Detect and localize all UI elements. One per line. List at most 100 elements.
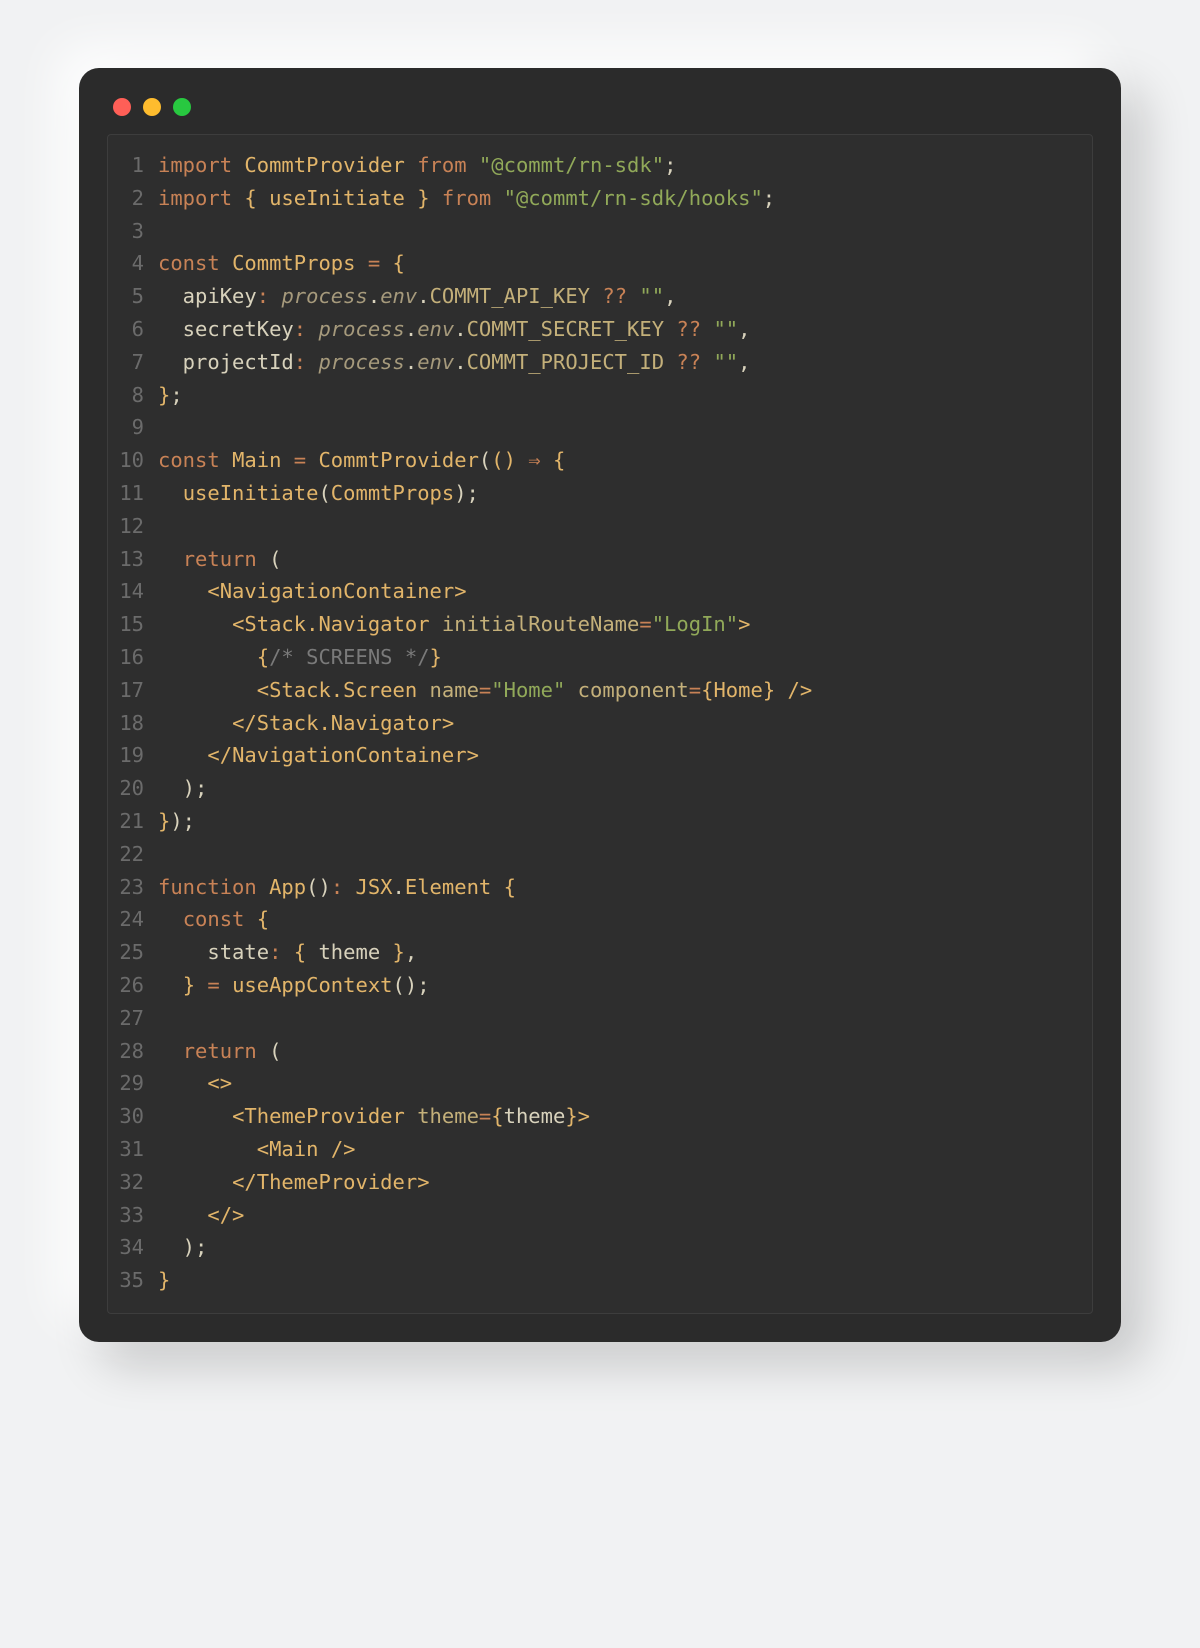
code-line[interactable]: 10const Main = CommtProvider(() ⇒ {	[108, 444, 1092, 477]
code-line[interactable]: 23function App(): JSX.Element {	[108, 871, 1092, 904]
token: return	[183, 547, 257, 571]
line-content[interactable]: <Stack.Screen name="Home" component={Hom…	[158, 674, 1092, 707]
code-line[interactable]: 30 <ThemeProvider theme={theme}>	[108, 1100, 1092, 1133]
token	[158, 973, 183, 997]
token	[467, 153, 479, 177]
code-line[interactable]: 1import CommtProvider from "@commt/rn-sd…	[108, 149, 1092, 182]
line-content[interactable]	[158, 1002, 1092, 1035]
line-content[interactable]: <NavigationContainer>	[158, 575, 1092, 608]
line-content[interactable]: const Main = CommtProvider(() ⇒ {	[158, 444, 1092, 477]
code-line[interactable]: 2import { useInitiate } from "@commt/rn-…	[108, 182, 1092, 215]
line-content[interactable]: };	[158, 379, 1092, 412]
code-line[interactable]: 24 const {	[108, 903, 1092, 936]
code-line[interactable]: 27	[108, 1002, 1092, 1035]
line-number: 21	[108, 805, 158, 838]
line-content[interactable]: state: { theme },	[158, 936, 1092, 969]
code-line[interactable]: 22	[108, 838, 1092, 871]
line-number: 7	[108, 346, 158, 379]
token	[775, 678, 787, 702]
token: import	[158, 153, 232, 177]
token	[306, 317, 318, 341]
line-content[interactable]: projectId: process.env.COMMT_PROJECT_ID …	[158, 346, 1092, 379]
line-content[interactable]: const {	[158, 903, 1092, 936]
code-line[interactable]: 19 </NavigationContainer>	[108, 739, 1092, 772]
token: const	[183, 907, 245, 931]
line-content[interactable]: );	[158, 772, 1092, 805]
code-line[interactable]: 15 <Stack.Navigator initialRouteName="Lo…	[108, 608, 1092, 641]
minimize-icon[interactable]	[143, 98, 161, 116]
line-content[interactable]	[158, 411, 1092, 444]
code-line[interactable]: 21});	[108, 805, 1092, 838]
code-line[interactable]: 28 return (	[108, 1035, 1092, 1068]
line-content[interactable]: return (	[158, 1035, 1092, 1068]
line-number: 28	[108, 1035, 158, 1068]
line-content[interactable]: });	[158, 805, 1092, 838]
code-line[interactable]: 14 <NavigationContainer>	[108, 575, 1092, 608]
token	[158, 711, 232, 735]
code-line[interactable]: 35}	[108, 1264, 1092, 1297]
line-content[interactable]: }	[158, 1264, 1092, 1297]
line-content[interactable]: </NavigationContainer>	[158, 739, 1092, 772]
code-line[interactable]: 32 </ThemeProvider>	[108, 1166, 1092, 1199]
code-line[interactable]: 6 secretKey: process.env.COMMT_SECRET_KE…	[108, 313, 1092, 346]
code-line[interactable]: 17 <Stack.Screen name="Home" component={…	[108, 674, 1092, 707]
token: {	[294, 940, 306, 964]
code-line[interactable]: 31 <Main />	[108, 1133, 1092, 1166]
token: ??	[602, 284, 627, 308]
code-line[interactable]: 33 </>	[108, 1199, 1092, 1232]
line-content[interactable]: return (	[158, 543, 1092, 576]
line-content[interactable]: <Main />	[158, 1133, 1092, 1166]
line-content[interactable]: } = useAppContext();	[158, 969, 1092, 1002]
titlebar	[107, 92, 1093, 134]
line-content[interactable]: import CommtProvider from "@commt/rn-sdk…	[158, 149, 1092, 182]
line-number: 35	[108, 1264, 158, 1297]
line-content[interactable]: <>	[158, 1067, 1092, 1100]
code-line[interactable]: 34 );	[108, 1231, 1092, 1264]
token: );	[454, 481, 479, 505]
line-content[interactable]: function App(): JSX.Element {	[158, 871, 1092, 904]
line-content[interactable]: useInitiate(CommtProps);	[158, 477, 1092, 510]
token	[491, 186, 503, 210]
code-editor[interactable]: 1import CommtProvider from "@commt/rn-sd…	[107, 134, 1093, 1314]
code-line[interactable]: 20 );	[108, 772, 1092, 805]
line-content[interactable]	[158, 215, 1092, 248]
line-content[interactable]: </Stack.Navigator>	[158, 707, 1092, 740]
code-line[interactable]: 29 <>	[108, 1067, 1092, 1100]
token	[516, 448, 528, 472]
token: =	[479, 1104, 491, 1128]
code-line[interactable]: 4const CommtProps = {	[108, 247, 1092, 280]
line-content[interactable]	[158, 510, 1092, 543]
code-line[interactable]: 16 {/* SCREENS */}	[108, 641, 1092, 674]
code-line[interactable]: 26 } = useAppContext();	[108, 969, 1092, 1002]
close-icon[interactable]	[113, 98, 131, 116]
code-line[interactable]: 25 state: { theme },	[108, 936, 1092, 969]
code-line[interactable]: 9	[108, 411, 1092, 444]
token: ,	[405, 940, 417, 964]
line-number: 30	[108, 1100, 158, 1133]
code-line[interactable]: 13 return (	[108, 543, 1092, 576]
line-content[interactable]	[158, 838, 1092, 871]
code-line[interactable]: 11 useInitiate(CommtProps);	[108, 477, 1092, 510]
token: process	[318, 317, 404, 341]
token: ⇒	[528, 448, 540, 472]
line-content[interactable]: apiKey: process.env.COMMT_API_KEY ?? "",	[158, 280, 1092, 313]
line-content[interactable]: {/* SCREENS */}	[158, 641, 1092, 674]
line-content[interactable]: </ThemeProvider>	[158, 1166, 1092, 1199]
code-line[interactable]: 3	[108, 215, 1092, 248]
code-line[interactable]: 12	[108, 510, 1092, 543]
line-content[interactable]: <Stack.Navigator initialRouteName="LogIn…	[158, 608, 1092, 641]
line-content[interactable]: import { useInitiate } from "@commt/rn-s…	[158, 182, 1092, 215]
code-line[interactable]: 7 projectId: process.env.COMMT_PROJECT_I…	[108, 346, 1092, 379]
token: );	[158, 776, 207, 800]
line-content[interactable]: </>	[158, 1199, 1092, 1232]
line-content[interactable]: );	[158, 1231, 1092, 1264]
line-content[interactable]: secretKey: process.env.COMMT_SECRET_KEY …	[158, 313, 1092, 346]
line-content[interactable]: const CommtProps = {	[158, 247, 1092, 280]
line-number: 27	[108, 1002, 158, 1035]
token: </	[207, 743, 232, 767]
code-line[interactable]: 18 </Stack.Navigator>	[108, 707, 1092, 740]
code-line[interactable]: 5 apiKey: process.env.COMMT_API_KEY ?? "…	[108, 280, 1092, 313]
code-line[interactable]: 8};	[108, 379, 1092, 412]
maximize-icon[interactable]	[173, 98, 191, 116]
line-content[interactable]: <ThemeProvider theme={theme}>	[158, 1100, 1092, 1133]
